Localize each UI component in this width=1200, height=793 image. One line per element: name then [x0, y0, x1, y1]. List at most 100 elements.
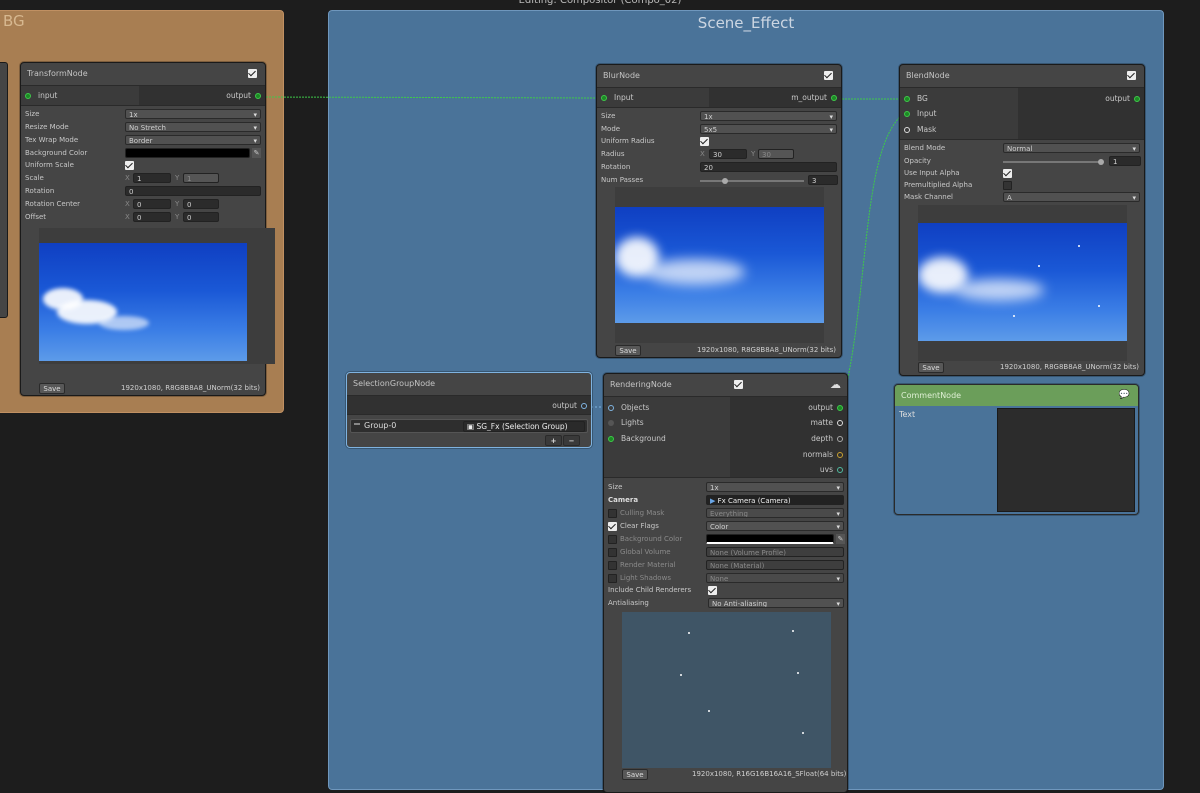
render-material-label: Render Material [620, 561, 676, 569]
bg-color-field[interactable] [125, 148, 250, 158]
transform-node[interactable]: TransformNode input output Size 1x Resize… [20, 62, 275, 396]
texture-info: 1920x1080, R8G8B8A8_UNorm(32 bits) [697, 346, 837, 354]
port-label: output [1105, 94, 1130, 103]
global-volume-checkbox[interactable] [608, 548, 617, 557]
culling-mask-dropdown[interactable]: Everything [706, 508, 844, 518]
save-button[interactable]: Save [918, 362, 944, 373]
bg-color-field[interactable] [706, 534, 834, 544]
eyedropper-icon[interactable]: ✎ [836, 534, 845, 544]
mask-channel-dropdown[interactable]: A [1003, 192, 1140, 202]
scale-y-field[interactable]: 1 [183, 173, 219, 183]
input-port-icon[interactable] [904, 111, 910, 117]
rotation-center-x-field[interactable]: 0 [133, 199, 171, 209]
opacity-field[interactable]: 1 [1109, 156, 1141, 166]
slider-knob[interactable] [1098, 159, 1104, 165]
enable-checkbox[interactable] [248, 69, 257, 78]
scale-x-field[interactable]: 1 [133, 173, 171, 183]
output-port-icon[interactable] [581, 403, 587, 409]
clear-flags-dropdown[interactable]: Color [706, 521, 844, 531]
uniform-radius-label: Uniform Radius [601, 137, 655, 145]
save-button[interactable]: Save [622, 769, 648, 780]
group-list-item[interactable]: Group-0 ▣ SG_Fx (Selection Group) [350, 419, 588, 433]
offset-y-field[interactable]: 0 [183, 212, 219, 222]
eyedropper-icon[interactable]: ✎ [252, 148, 261, 158]
comment-node[interactable]: CommentNode 💬 Text [894, 384, 1139, 515]
opacity-label: Opacity [904, 157, 931, 165]
size-dropdown[interactable]: 1x [125, 109, 261, 119]
resize-mode-dropdown[interactable]: No Stretch [125, 122, 261, 132]
uvs-port-icon[interactable] [837, 467, 843, 473]
comment-text-area[interactable] [997, 408, 1135, 512]
enable-checkbox[interactable] [824, 71, 833, 80]
output-port-icon[interactable] [837, 405, 843, 411]
num-passes-slider[interactable] [700, 178, 804, 184]
size-label: Size [601, 112, 616, 120]
input-port-icon[interactable] [25, 93, 31, 99]
size-dropdown[interactable]: 1x [700, 111, 837, 121]
output-port-icon[interactable] [1134, 96, 1140, 102]
remove-group-button[interactable]: − [563, 435, 580, 446]
uniform-scale-checkbox[interactable] [125, 161, 134, 170]
render-material-checkbox[interactable] [608, 561, 617, 570]
background-port-icon[interactable] [608, 436, 614, 442]
enable-checkbox[interactable] [1127, 71, 1136, 80]
culling-mask-checkbox[interactable] [608, 509, 617, 518]
global-volume-field[interactable]: None (Volume Profile) [706, 547, 844, 557]
include-child-checkbox[interactable] [708, 586, 717, 595]
preview-image [622, 612, 831, 768]
objects-port-icon[interactable] [608, 405, 614, 411]
render-material-field[interactable]: None (Material) [706, 560, 844, 570]
add-group-button[interactable]: + [545, 435, 562, 446]
offset-x-field[interactable]: 0 [133, 212, 171, 222]
uniform-radius-checkbox[interactable] [700, 137, 709, 146]
save-button[interactable]: Save [615, 345, 641, 356]
output-port-icon[interactable] [831, 95, 837, 101]
selection-group-field[interactable]: ▣ SG_Fx (Selection Group) [463, 421, 585, 432]
port-label: normals [802, 450, 833, 459]
light-shadows-dropdown[interactable]: None [706, 573, 844, 583]
mode-dropdown[interactable]: 5x5 [700, 124, 837, 134]
mask-port-icon[interactable] [904, 127, 910, 133]
port-label: uvs [819, 465, 833, 474]
rendering-node[interactable]: RenderingNode ☁ Objects Lights Background… [603, 373, 848, 793]
clear-flags-checkbox[interactable] [608, 522, 617, 531]
port-label: Input [917, 109, 937, 118]
depth-port-icon[interactable] [837, 436, 843, 442]
num-passes-field[interactable]: 3 [808, 175, 838, 185]
rotation-field[interactable]: 0 [125, 186, 261, 196]
light-shadows-checkbox[interactable] [608, 574, 617, 583]
camera-field[interactable]: ▶ Fx Camera (Camera) [706, 495, 844, 505]
use-input-alpha-checkbox[interactable] [1003, 169, 1012, 178]
opacity-slider[interactable] [1003, 159, 1104, 165]
port-label: output [808, 403, 833, 412]
size-dropdown[interactable]: 1x [706, 482, 844, 492]
normals-port-icon[interactable] [837, 452, 843, 458]
slider-knob[interactable] [722, 178, 728, 184]
radius-x-field[interactable]: 30 [709, 149, 747, 159]
selection-group-node[interactable]: SelectionGroupNode output Group-0 ▣ SG_F… [346, 372, 592, 448]
enable-checkbox[interactable] [734, 380, 743, 389]
blend-node[interactable]: BlendNode BG Input Mask output Blend Mod… [899, 64, 1145, 376]
port-label: Objects [621, 403, 650, 412]
node-title: RenderingNode [610, 380, 672, 389]
radius-y-field[interactable]: 30 [758, 149, 794, 159]
matte-port-icon[interactable] [837, 420, 843, 426]
rotation-center-y-field[interactable]: 0 [183, 199, 219, 209]
output-port-icon[interactable] [255, 93, 261, 99]
rotation-field[interactable]: 20 [700, 162, 837, 172]
comment-text: Text [899, 410, 916, 419]
bg-port-icon[interactable] [904, 96, 910, 102]
wrap-mode-dropdown[interactable]: Border [125, 135, 261, 145]
port-label: BG [917, 94, 928, 103]
drag-handle-icon[interactable] [354, 423, 360, 425]
port-label: Background [621, 434, 666, 443]
lights-port-icon[interactable] [608, 420, 614, 426]
bg-color-checkbox[interactable] [608, 535, 617, 544]
unity-cloud-icon: ☁ [830, 378, 841, 391]
input-port-icon[interactable] [601, 95, 607, 101]
save-button[interactable]: Save [39, 383, 65, 394]
antialiasing-dropdown[interactable]: No Anti-aliasing [708, 598, 844, 608]
premultiplied-alpha-checkbox[interactable] [1003, 181, 1012, 190]
blur-node[interactable]: BlurNode Input m_output Size 1x Mode 5x5 U… [596, 64, 842, 358]
blend-mode-dropdown[interactable]: Normal [1003, 143, 1140, 153]
